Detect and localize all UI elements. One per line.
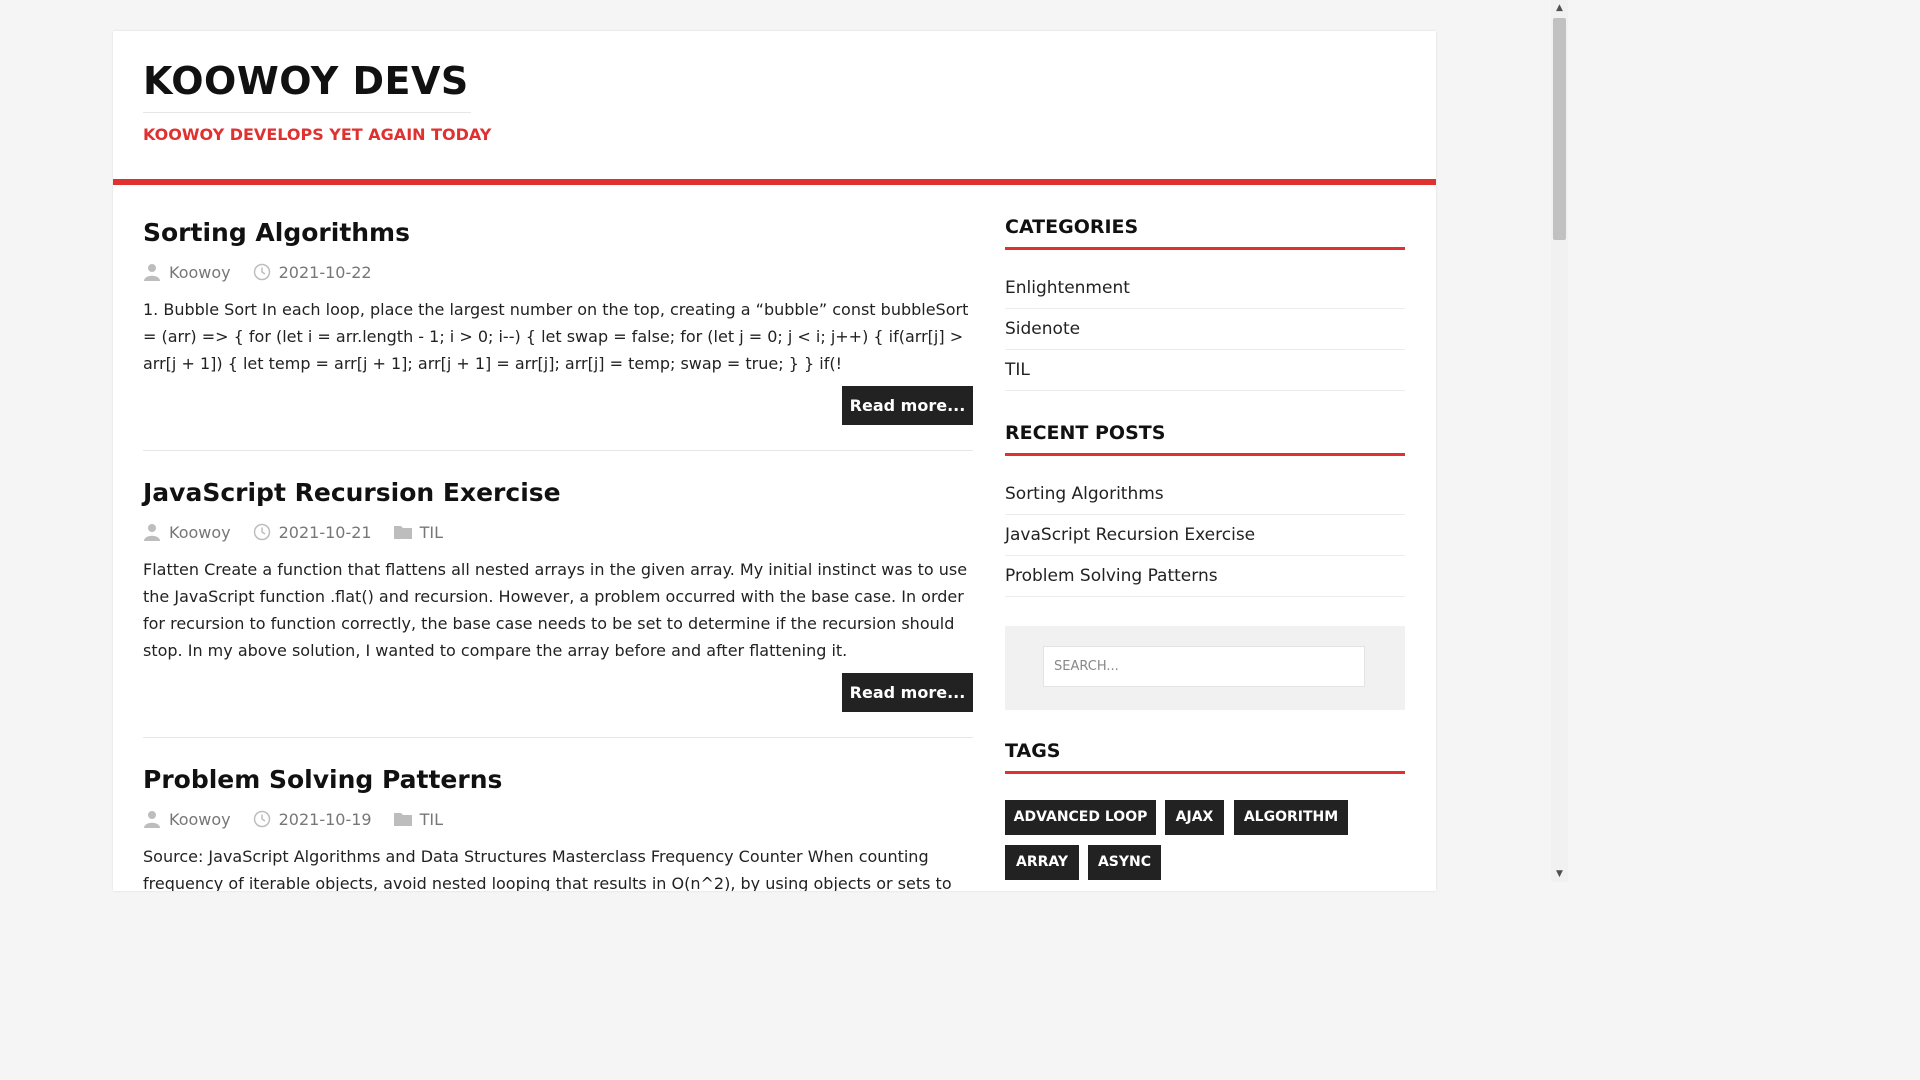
post-date: 2021-10-22 — [253, 263, 372, 282]
post-article: Sorting Algorithms Koowoy 2021-10-22 1. … — [143, 218, 973, 428]
category-link[interactable]: TIL — [1005, 350, 1405, 391]
post-category-text: TIL — [419, 809, 444, 829]
recent-posts-widget-title: RECENT POSTS — [1005, 422, 1166, 444]
scrollbar-thumb[interactable] — [1553, 18, 1566, 240]
post-author[interactable]: Koowoy — [143, 263, 231, 282]
categories-title-rule — [1005, 247, 1405, 250]
post-author-name: Koowoy — [169, 262, 231, 282]
tag-link[interactable]: ADVANCED LOOP — [1005, 800, 1156, 835]
clock-icon — [253, 523, 270, 541]
post-date: 2021-10-21 — [253, 523, 372, 542]
post-date: 2021-10-19 — [253, 810, 372, 829]
post-date-text: 2021-10-19 — [278, 809, 372, 829]
post-divider — [143, 737, 973, 738]
read-more-button[interactable]: Read more... — [842, 386, 973, 425]
user-icon — [144, 524, 160, 541]
clock-icon — [253, 263, 270, 281]
arrow-up-icon[interactable]: ▲ — [1551, 0, 1568, 16]
post-title[interactable]: Problem Solving Patterns — [143, 765, 973, 794]
recent-posts-title-rule — [1005, 453, 1405, 456]
post-excerpt: Source: JavaScript Algorithms and Data S… — [143, 847, 952, 891]
search-input[interactable] — [1043, 646, 1365, 687]
post-category-text: TIL — [419, 522, 444, 542]
post-category[interactable]: TIL — [393, 809, 444, 829]
read-more-button[interactable]: Read more... — [842, 673, 973, 712]
post-category[interactable]: TIL — [393, 522, 444, 542]
tag-link[interactable]: ASYNC — [1088, 845, 1161, 880]
post-author-name: Koowoy — [169, 809, 231, 829]
site-container: KOOWOY DEVS KOOWOY DEVELOPS YET AGAIN TO… — [113, 31, 1436, 891]
post-article: JavaScript Recursion Exercise Koowoy 202… — [143, 478, 973, 718]
recent-post-link[interactable]: JavaScript Recursion Exercise — [1005, 515, 1405, 556]
category-link[interactable]: Enlightenment — [1005, 268, 1405, 309]
post-excerpt: Flatten Create a function that flattens … — [143, 560, 968, 660]
post-author-name: Koowoy — [169, 522, 231, 542]
post-meta: Koowoy 2021-10-22 — [143, 262, 394, 282]
tags-widget-title: TAGS — [1005, 740, 1061, 762]
user-icon — [144, 811, 160, 828]
post-excerpt: 1. Bubble Sort In each loop, place the l… — [143, 300, 969, 373]
category-link[interactable]: Sidenote — [1005, 309, 1405, 350]
recent-post-link[interactable]: Sorting Algorithms — [1005, 474, 1405, 515]
site-tagline: KOOWOY DEVELOPS YET AGAIN TODAY — [143, 125, 492, 144]
recent-post-link[interactable]: Problem Solving Patterns — [1005, 556, 1405, 597]
title-divider — [143, 112, 471, 113]
tag-link[interactable]: ARRAY — [1005, 845, 1079, 880]
categories-widget-title: CATEGORIES — [1005, 216, 1139, 238]
tags-title-rule — [1005, 771, 1405, 774]
post-meta: Koowoy 2021-10-19 TIL — [143, 809, 465, 829]
post-article: Problem Solving Patterns Koowoy 2021-10-… — [143, 765, 973, 891]
post-date-text: 2021-10-22 — [278, 262, 372, 282]
user-icon — [144, 264, 160, 281]
site-title[interactable]: KOOWOY DEVS — [143, 59, 469, 103]
arrow-down-icon[interactable]: ▼ — [1551, 866, 1568, 882]
post-divider — [143, 450, 973, 451]
site-header: KOOWOY DEVS KOOWOY DEVELOPS YET AGAIN TO… — [113, 31, 1436, 179]
post-title[interactable]: JavaScript Recursion Exercise — [143, 478, 973, 507]
clock-icon — [253, 810, 270, 828]
post-date-text: 2021-10-21 — [278, 522, 372, 542]
folder-icon — [393, 813, 412, 826]
categories-list: Enlightenment Sidenote TIL — [1005, 268, 1405, 391]
folder-icon — [393, 526, 412, 539]
post-meta: Koowoy 2021-10-21 TIL — [143, 522, 465, 542]
post-title[interactable]: Sorting Algorithms — [143, 218, 973, 247]
page-scrollbar[interactable]: ▲ ▼ — [1551, 0, 1568, 882]
post-author[interactable]: Koowoy — [143, 810, 231, 829]
tag-link[interactable]: AJAX — [1165, 800, 1224, 835]
tag-link[interactable]: ALGORITHM — [1234, 800, 1348, 835]
header-accent-bar — [113, 179, 1436, 185]
post-author[interactable]: Koowoy — [143, 523, 231, 542]
recent-posts-list: Sorting Algorithms JavaScript Recursion … — [1005, 474, 1405, 597]
search-widget — [1005, 626, 1405, 710]
